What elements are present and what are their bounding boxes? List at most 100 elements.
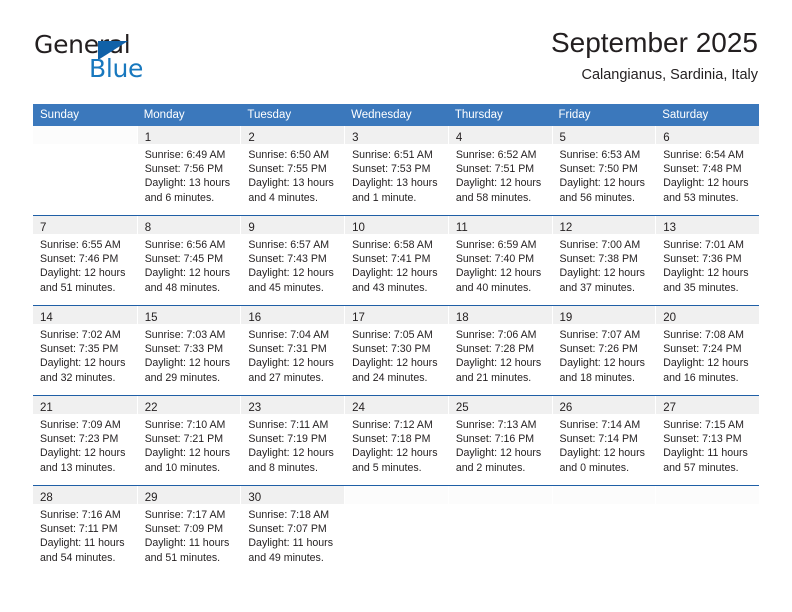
day-number-band: 28 bbox=[33, 486, 137, 504]
day-details: Sunrise: 7:06 AM Sunset: 7:28 PM Daylight:… bbox=[449, 324, 552, 385]
calendar-day-cell[interactable]: 20 Sunrise: 7:08 AM Sunset: 7:24 PM Dayligh… bbox=[655, 306, 759, 395]
day-detail-line: Sunset: 7:56 PM bbox=[144, 163, 224, 176]
day-detail-line: Sunset: 7:48 PM bbox=[663, 163, 742, 176]
day-number-band: 5 bbox=[552, 126, 656, 144]
day-detail-line: and 57 minutes. bbox=[663, 461, 739, 474]
calendar-day-cell[interactable]: 16 Sunrise: 7:04 AM Sunset: 7:31 PM Dayligh… bbox=[240, 306, 345, 395]
calendar-day-cell[interactable]: 26 Sunrise: 7:14 AM Sunset: 7:14 PM Dayligh… bbox=[551, 396, 656, 485]
calendar-day-cell[interactable]: 5 Sunrise: 6:53 AM Sunset: 7:50 PM Daylight… bbox=[551, 126, 656, 215]
day-details: Sunrise: 7:16 AM Sunset: 7:11 PM Daylight:… bbox=[33, 504, 137, 565]
calendar-day-cell[interactable]: 13 Sunrise: 7:01 AM Sunset: 7:36 PM Dayligh… bbox=[655, 216, 759, 305]
day-detail-line: and 43 minutes. bbox=[352, 281, 428, 294]
calendar-body: 1 Sunrise: 6:49 AM Sunset: 7:56 PM Daylight… bbox=[33, 126, 759, 575]
day-detail-line: Sunrise: 7:18 AM bbox=[248, 509, 330, 521]
general-blue-logo[interactable]: General Blue bbox=[34, 30, 204, 83]
day-number: 10 bbox=[352, 222, 365, 234]
day-number: 3 bbox=[352, 132, 359, 144]
calendar-day-cell[interactable]: 10 Sunrise: 6:58 AM Sunset: 7:41 PM Dayligh… bbox=[344, 216, 448, 305]
day-detail-line: Sunrise: 7:00 AM bbox=[559, 239, 641, 251]
calendar-day-cell[interactable]: 7 Sunrise: 6:55 AM Sunset: 7:46 PM Daylight… bbox=[33, 216, 137, 305]
day-details: Sunrise: 6:51 AM Sunset: 7:53 PM Daylight:… bbox=[345, 144, 448, 205]
day-detail-line: Daylight: 12 hours bbox=[248, 267, 334, 280]
day-details bbox=[553, 504, 656, 508]
calendar-day-cell[interactable]: 14 Sunrise: 7:02 AM Sunset: 7:35 PM Dayligh… bbox=[33, 306, 137, 395]
day-number-band: 16 bbox=[241, 306, 345, 324]
day-detail-line: Sunset: 7:19 PM bbox=[248, 433, 327, 446]
day-number-band: 18 bbox=[448, 306, 552, 324]
day-number: 1 bbox=[144, 132, 152, 144]
day-detail-line: Sunset: 7:41 PM bbox=[352, 253, 431, 266]
day-detail-line: Daylight: 11 hours bbox=[144, 537, 230, 550]
calendar-day-cell[interactable]: 4 Sunrise: 6:52 AM Sunset: 7:51 PM Daylight… bbox=[447, 126, 552, 215]
day-detail-line: and 54 minutes. bbox=[40, 551, 116, 564]
day-details: Sunrise: 7:12 AM Sunset: 7:18 PM Daylight:… bbox=[345, 414, 448, 475]
day-details: Sunrise: 7:02 AM Sunset: 7:35 PM Daylight:… bbox=[33, 324, 137, 385]
calendar-empty-cell bbox=[655, 486, 759, 575]
day-detail-line: Sunset: 7:51 PM bbox=[455, 163, 535, 176]
calendar-empty-cell bbox=[447, 486, 552, 575]
calendar-day-cell[interactable]: 22 Sunrise: 7:10 AM Sunset: 7:21 PM Dayligh… bbox=[136, 396, 241, 485]
day-details: Sunrise: 6:49 AM Sunset: 7:56 PM Daylight:… bbox=[138, 144, 241, 205]
day-number: 22 bbox=[144, 402, 158, 414]
day-detail-line: Daylight: 13 hours bbox=[352, 177, 438, 190]
day-number-band bbox=[33, 126, 137, 144]
calendar-day-cell[interactable]: 24 Sunrise: 7:12 AM Sunset: 7:18 PM Dayligh… bbox=[344, 396, 448, 485]
day-number-band: 24 bbox=[345, 396, 448, 414]
calendar-table: Sunday Monday Tuesday Wednesday Thursday… bbox=[33, 104, 759, 575]
calendar-day-cell[interactable]: 23 Sunrise: 7:11 AM Sunset: 7:19 PM Dayligh… bbox=[240, 396, 345, 485]
day-details: Sunrise: 7:10 AM Sunset: 7:21 PM Daylight:… bbox=[138, 414, 241, 475]
day-detail-line: and 1 minute. bbox=[352, 191, 417, 204]
day-number: 8 bbox=[144, 222, 152, 234]
day-details: Sunrise: 6:55 AM Sunset: 7:46 PM Daylight:… bbox=[33, 234, 137, 295]
calendar-day-cell[interactable]: 19 Sunrise: 7:07 AM Sunset: 7:26 PM Dayligh… bbox=[551, 306, 656, 395]
calendar-day-cell[interactable]: 28 Sunrise: 7:16 AM Sunset: 7:11 PM Dayligh… bbox=[33, 486, 137, 575]
calendar-day-cell[interactable]: 8 Sunrise: 6:56 AM Sunset: 7:45 PM Daylight… bbox=[136, 216, 241, 305]
calendar-day-cell[interactable]: 27 Sunrise: 7:15 AM Sunset: 7:13 PM Dayligh… bbox=[655, 396, 759, 485]
day-detail-line: Sunset: 7:35 PM bbox=[40, 343, 119, 356]
day-detail-line: Sunrise: 7:09 AM bbox=[40, 419, 121, 431]
calendar-page: General Blue September 2025 Calangianus,… bbox=[0, 0, 792, 612]
calendar-day-cell[interactable]: 2 Sunrise: 6:50 AM Sunset: 7:55 PM Daylight… bbox=[240, 126, 345, 215]
day-number-band: 13 bbox=[656, 216, 759, 234]
day-detail-line: Sunrise: 7:04 AM bbox=[248, 329, 330, 341]
calendar-day-cell[interactable]: 9 Sunrise: 6:57 AM Sunset: 7:43 PM Daylight… bbox=[240, 216, 345, 305]
day-detail-line: and 51 minutes. bbox=[144, 551, 221, 564]
day-detail-line: Daylight: 13 hours bbox=[144, 177, 231, 190]
calendar-day-cell[interactable]: 25 Sunrise: 7:13 AM Sunset: 7:16 PM Dayligh… bbox=[447, 396, 552, 485]
calendar-day-cell[interactable]: 6 Sunrise: 6:54 AM Sunset: 7:48 PM Daylight… bbox=[655, 126, 759, 215]
day-number-band bbox=[656, 486, 759, 504]
day-details: Sunrise: 7:17 AM Sunset: 7:09 PM Daylight:… bbox=[138, 504, 241, 565]
calendar-day-cell[interactable]: 15 Sunrise: 7:03 AM Sunset: 7:33 PM Dayligh… bbox=[136, 306, 241, 395]
day-detail-line: Daylight: 12 hours bbox=[663, 177, 749, 190]
day-detail-line: Sunrise: 6:59 AM bbox=[455, 239, 537, 251]
day-detail-line: Sunset: 7:18 PM bbox=[352, 433, 431, 446]
day-number: 12 bbox=[559, 222, 573, 234]
day-number-band: 23 bbox=[241, 396, 345, 414]
day-detail-line: and 45 minutes. bbox=[248, 281, 324, 294]
day-number: 17 bbox=[352, 312, 365, 324]
calendar-day-cell[interactable]: 1 Sunrise: 6:49 AM Sunset: 7:56 PM Daylight… bbox=[136, 126, 241, 215]
calendar-day-cell[interactable]: 18 Sunrise: 7:06 AM Sunset: 7:28 PM Dayligh… bbox=[447, 306, 552, 395]
day-detail-line: Sunset: 7:31 PM bbox=[248, 343, 327, 356]
day-detail-line: Sunrise: 7:11 AM bbox=[248, 419, 329, 431]
calendar-day-cell[interactable]: 17 Sunrise: 7:05 AM Sunset: 7:30 PM Dayligh… bbox=[344, 306, 448, 395]
day-detail-line: and 35 minutes. bbox=[663, 281, 739, 294]
day-detail-line: and 0 minutes. bbox=[559, 461, 630, 474]
calendar-day-cell[interactable]: 29 Sunrise: 7:17 AM Sunset: 7:09 PM Dayligh… bbox=[136, 486, 241, 575]
calendar-day-cell[interactable]: 3 Sunrise: 6:51 AM Sunset: 7:53 PM Daylight… bbox=[344, 126, 448, 215]
day-number: 21 bbox=[40, 402, 53, 414]
weekday-header-thursday: Thursday bbox=[447, 104, 552, 126]
day-detail-line: and 51 minutes. bbox=[40, 281, 116, 294]
calendar-day-cell[interactable]: 11 Sunrise: 6:59 AM Sunset: 7:40 PM Dayligh… bbox=[447, 216, 552, 305]
day-number: 4 bbox=[455, 132, 463, 144]
calendar-day-cell[interactable]: 30 Sunrise: 7:18 AM Sunset: 7:07 PM Dayligh… bbox=[240, 486, 345, 575]
day-number: 15 bbox=[144, 312, 158, 324]
calendar-day-cell[interactable]: 21 Sunrise: 7:09 AM Sunset: 7:23 PM Dayligh… bbox=[33, 396, 137, 485]
day-detail-line: Daylight: 12 hours bbox=[352, 447, 438, 460]
day-details: Sunrise: 6:50 AM Sunset: 7:55 PM Daylight:… bbox=[241, 144, 344, 205]
day-detail-line: Sunrise: 7:07 AM bbox=[559, 329, 641, 341]
day-detail-line: Daylight: 12 hours bbox=[455, 357, 542, 370]
day-detail-line: Sunrise: 7:03 AM bbox=[144, 329, 226, 341]
calendar-day-cell[interactable]: 12 Sunrise: 7:00 AM Sunset: 7:38 PM Dayligh… bbox=[551, 216, 656, 305]
day-details: Sunrise: 7:13 AM Sunset: 7:16 PM Daylight:… bbox=[449, 414, 552, 475]
